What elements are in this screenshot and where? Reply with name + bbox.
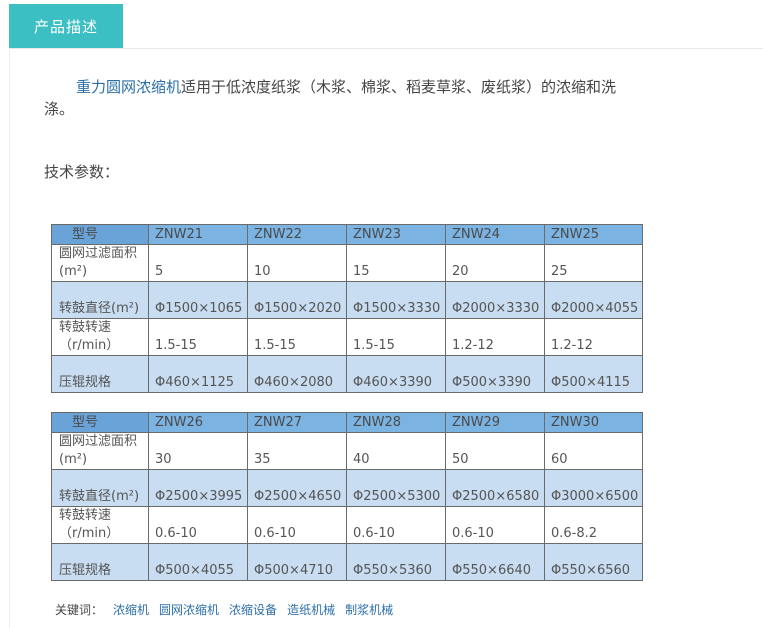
model-cell: ZNW30 (544, 412, 643, 433)
area-cell: 35 (247, 432, 347, 470)
model-cell: ZNW27 (247, 412, 347, 433)
roll-cell: Φ500×4115 (544, 355, 643, 393)
model-header: 型号 (51, 412, 149, 433)
model-cell: ZNW29 (445, 412, 545, 433)
table-row: 圆网过滤面积 (m²) 5 10 15 20 25 (51, 244, 643, 282)
speed-cell: 0.6-8.2 (544, 506, 643, 544)
table-row: 转鼓直径(m²) Φ2500×3995 Φ2500×4650 Φ2500×530… (51, 469, 643, 507)
product-intro: 重力圆网浓缩机适用于低浓度纸浆（木浆、棉浆、稻麦草浆、废纸浆）的浓缩和洗涤。 (44, 76, 644, 120)
speed-cell: 0.6-10 (346, 506, 446, 544)
tab-bar: 产品描述 (9, 4, 763, 49)
diameter-cell: Φ2000×4055 (544, 281, 643, 319)
area-cell: 50 (445, 432, 545, 470)
keyword-link[interactable]: 圆网浓缩机 (159, 601, 219, 618)
speed-label: 转鼓转速 （r/min） (51, 318, 149, 356)
area-cell: 60 (544, 432, 643, 470)
roll-label: 压辊规格 (51, 355, 149, 393)
keyword-link[interactable]: 浓缩设备 (229, 601, 277, 618)
model-cell: ZNW26 (148, 412, 248, 433)
table-row: 圆网过滤面积 (m²) 30 35 40 50 60 (51, 432, 643, 470)
keywords: 关键词： 浓缩机 圆网浓缩机 浓缩设备 造纸机械 制浆机械 (55, 601, 393, 618)
diameter-cell: Φ1500×3330 (346, 281, 446, 319)
diameter-cell: Φ2500×4650 (247, 469, 347, 507)
roll-cell: Φ460×3390 (346, 355, 446, 393)
diameter-cell: Φ2500×5300 (346, 469, 446, 507)
model-cell: ZNW24 (445, 224, 545, 245)
params-heading: 技术参数： (44, 163, 120, 181)
area-cell: 20 (445, 244, 545, 282)
diameter-cell: Φ1500×2020 (247, 281, 347, 319)
roll-label: 压辊规格 (51, 543, 149, 581)
area-cell: 10 (247, 244, 347, 282)
speed-label: 转鼓转速 （r/min） (51, 506, 149, 544)
roll-cell: Φ460×2080 (247, 355, 347, 393)
roll-cell: Φ550×5360 (346, 543, 446, 581)
table-row: 转鼓转速 （r/min） 0.6-10 0.6-10 0.6-10 0.6-10 … (51, 506, 643, 544)
speed-cell: 0.6-10 (445, 506, 545, 544)
area-cell: 5 (148, 244, 248, 282)
table-row: 压辊规格 Φ460×1125 Φ460×2080 Φ460×3390 Φ500×… (51, 355, 643, 393)
spec-table-2: 型号 ZNW26 ZNW27 ZNW28 ZNW29 ZNW30 圆网过滤面积(… (51, 412, 643, 581)
speed-cell: 0.6-10 (247, 506, 347, 544)
area-label: 圆网过滤面积 (m²) (51, 244, 149, 282)
keyword-link[interactable]: 制浆机械 (345, 601, 393, 618)
product-link[interactable]: 重力圆网浓缩机 (76, 78, 181, 96)
roll-cell: Φ500×3390 (445, 355, 545, 393)
diameter-cell: Φ3000×6500 (544, 469, 643, 507)
area-cell: 25 (544, 244, 643, 282)
model-cell: ZNW28 (346, 412, 446, 433)
roll-cell: Φ550×6560 (544, 543, 643, 581)
table-row: 型号 ZNW21 ZNW22 ZNW23 ZNW24 ZNW25 (51, 224, 643, 245)
tab-product-description[interactable]: 产品描述 (9, 4, 123, 48)
speed-cell: 1.2-12 (544, 318, 643, 356)
keyword-link[interactable]: 浓缩机 (113, 601, 149, 618)
speed-cell: 1.5-15 (247, 318, 347, 356)
model-header: 型号 (51, 224, 149, 245)
content-border (9, 48, 10, 628)
diameter-cell: Φ2500×3995 (148, 469, 248, 507)
model-cell: ZNW23 (346, 224, 446, 245)
model-cell: ZNW22 (247, 224, 347, 245)
table-row: 压辊规格 Φ500×4055 Φ500×4710 Φ550×5360 Φ550×… (51, 543, 643, 581)
roll-cell: Φ500×4055 (148, 543, 248, 581)
roll-cell: Φ500×4710 (247, 543, 347, 581)
model-cell: ZNW21 (148, 224, 248, 245)
speed-cell: 0.6-10 (148, 506, 248, 544)
model-cell: ZNW25 (544, 224, 643, 245)
area-label: 圆网过滤面积 (m²) (51, 432, 149, 470)
diameter-label: 转鼓直径(m²) (51, 281, 149, 319)
spec-table-1: 型号 ZNW21 ZNW22 ZNW23 ZNW24 ZNW25 圆网过滤面积(… (51, 224, 643, 393)
speed-cell: 1.5-15 (148, 318, 248, 356)
table-row: 转鼓转速 （r/min） 1.5-15 1.5-15 1.5-15 1.2-12 … (51, 318, 643, 356)
roll-cell: Φ460×1125 (148, 355, 248, 393)
diameter-cell: Φ1500×1065 (148, 281, 248, 319)
diameter-cell: Φ2500×6580 (445, 469, 545, 507)
speed-cell: 1.2-12 (445, 318, 545, 356)
keyword-link[interactable]: 造纸机械 (287, 601, 335, 618)
table-row: 型号 ZNW26 ZNW27 ZNW28 ZNW29 ZNW30 (51, 412, 643, 433)
area-cell: 40 (346, 432, 446, 470)
diameter-cell: Φ2000×3330 (445, 281, 545, 319)
area-cell: 30 (148, 432, 248, 470)
area-cell: 15 (346, 244, 446, 282)
table-row: 转鼓直径(m²) Φ1500×1065 Φ1500×2020 Φ1500×333… (51, 281, 643, 319)
keywords-label: 关键词： (55, 603, 104, 617)
roll-cell: Φ550×6640 (445, 543, 545, 581)
speed-cell: 1.5-15 (346, 318, 446, 356)
diameter-label: 转鼓直径(m²) (51, 469, 149, 507)
